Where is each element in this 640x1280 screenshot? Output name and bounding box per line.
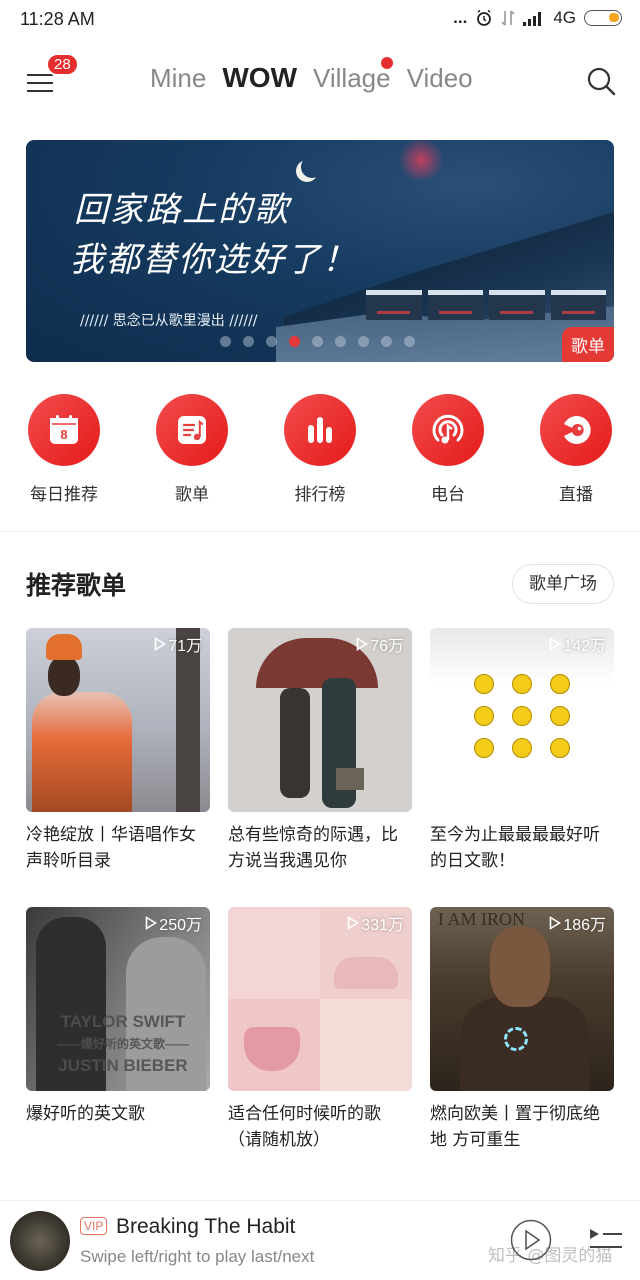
playlist-square-button[interactable]: 歌单广场: [512, 564, 614, 604]
carousel-dot[interactable]: [381, 336, 392, 347]
banner-title-line2: 我都替你选好了！: [70, 240, 358, 280]
carousel-indicator: [220, 336, 415, 347]
status-icons: ... 4G: [453, 8, 622, 28]
status-bar: 11:28 AM ... 4G: [0, 0, 640, 40]
playlist-card[interactable]: 331万 适合任何时候听的歌（请随机放）: [228, 907, 412, 1186]
playlist-title: 适合任何时候听的歌（请随机放）: [228, 1104, 381, 1150]
carousel-dot[interactable]: [312, 336, 323, 347]
quick-nav: 8 每日推荐 歌单 排行榜 电台 直播: [0, 394, 640, 505]
live-icon: [564, 416, 591, 444]
quick-nav-playlist[interactable]: 歌单: [128, 394, 256, 505]
playlist-card[interactable]: TAYLOR SWIFT ——爆好听的英文歌—— JUSTIN BIEBER 250…: [26, 907, 210, 1186]
firework-decoration: [396, 140, 446, 180]
calendar-icon: 8: [50, 415, 78, 444]
search-icon[interactable]: [586, 66, 616, 96]
playlist-cover: 76万: [228, 628, 412, 812]
now-playing-title: Breaking The Habit: [116, 1215, 296, 1238]
banner-title-line1: 回家路上的歌: [74, 190, 290, 230]
quick-nav-label: 歌单: [175, 485, 209, 505]
vip-badge: VIP: [80, 1217, 108, 1235]
play-icon: [347, 916, 360, 930]
quick-nav-label: 每日推荐: [30, 485, 98, 505]
carousel-dot[interactable]: [404, 336, 415, 347]
data-transfer-icon: [501, 10, 515, 26]
banner-carousel[interactable]: 回家路上的歌 我都替你选好了！ ////// 思念已从歌里漫出 ////// 歌…: [26, 140, 614, 362]
section-title: 推荐歌单: [26, 571, 127, 600]
playlist-card[interactable]: 71万 冷艳绽放丨华语唱作女声聆听目录: [26, 628, 210, 907]
play-count: 142万: [549, 632, 606, 656]
now-playing-cover[interactable]: [10, 1211, 70, 1271]
quick-nav-daily[interactable]: 8 每日推荐: [0, 394, 128, 505]
alarm-icon: [477, 9, 492, 26]
tab-wow[interactable]: WOW: [222, 62, 297, 94]
banner-village: [366, 290, 606, 320]
playlist-grid: 71万 冷艳绽放丨华语唱作女声聆听目录 76万 总有些惊奇的际遇，比方说当我遇见…: [26, 628, 614, 1186]
battery-icon: [584, 10, 622, 26]
moon-decoration: [301, 156, 323, 178]
banner-subtitle: ////// 思念已从歌里漫出 //////: [80, 313, 258, 329]
svg-text:8: 8: [60, 427, 67, 442]
carousel-dot[interactable]: [335, 336, 346, 347]
menu-badge: 28: [46, 53, 79, 76]
playlist-cover: I AM IRON 186万: [430, 907, 614, 1091]
play-button[interactable]: [510, 1219, 552, 1261]
signal-icon: [523, 12, 542, 26]
quick-nav-live[interactable]: 直播: [512, 394, 640, 505]
playlist-icon: [178, 416, 206, 444]
now-playing-hint: Swipe left/right to play last/next: [80, 1247, 315, 1266]
play-count: 331万: [347, 911, 404, 935]
carousel-dot-active[interactable]: [289, 336, 300, 347]
playlist-cover: 331万: [228, 907, 412, 1091]
playlist-queue-icon[interactable]: [588, 1225, 624, 1255]
playlist-card[interactable]: I AM IRON 186万 燃向欧美丨置于彻底绝地 方可重生: [430, 907, 614, 1186]
play-count: 250万: [145, 911, 202, 935]
carousel-dot[interactable]: [358, 336, 369, 347]
mini-player[interactable]: VIP Breaking The Habit Swipe left/right …: [0, 1200, 640, 1280]
status-time: 11:28 AM: [20, 9, 95, 29]
playlist-card[interactable]: 142万 至今为止最最最最好听的日文歌！: [430, 628, 614, 907]
playlist-title: 总有些惊奇的际遇，比方说当我遇见你: [228, 825, 398, 871]
tab-mine[interactable]: Mine: [150, 63, 206, 94]
banner-tag: 歌单: [562, 327, 614, 362]
more-notifications-icon: ...: [453, 8, 468, 27]
play-icon: [154, 637, 167, 651]
top-nav: 28 Mine WOW Village Video: [0, 50, 640, 114]
quick-nav-label: 排行榜: [294, 485, 346, 505]
carousel-dot[interactable]: [220, 336, 231, 347]
emoji-grid: [474, 674, 572, 758]
section-divider: [0, 531, 640, 532]
radio-icon: [432, 414, 464, 444]
new-dot-indicator: [380, 57, 393, 69]
playlist-cover: TAYLOR SWIFT ——爆好听的英文歌—— JUSTIN BIEBER 250…: [26, 907, 210, 1091]
quick-nav-radio[interactable]: 电台: [384, 394, 512, 505]
play-count: 76万: [356, 632, 404, 656]
playlist-cover: 71万: [26, 628, 210, 812]
playlist-title: 爆好听的英文歌: [26, 1104, 145, 1124]
playlist-title: 至今为止最最最最好听的日文歌！: [430, 825, 600, 871]
quick-nav-label: 电台: [431, 485, 465, 505]
play-icon: [356, 637, 369, 651]
playlist-title: 冷艳绽放丨华语唱作女声聆听目录: [26, 825, 196, 871]
quick-nav-charts[interactable]: 排行榜: [256, 394, 384, 505]
play-icon: [145, 916, 158, 930]
tab-village-label: Village: [313, 63, 391, 93]
quick-nav-label: 直播: [559, 485, 593, 505]
play-icon: [549, 916, 562, 930]
playlist-title: 燃向欧美丨置于彻底绝地 方可重生: [430, 1104, 600, 1150]
tab-village[interactable]: Village: [313, 57, 393, 94]
top-tabs: Mine WOW Village Video: [150, 57, 473, 94]
cover-text: TAYLOR SWIFT ——爆好听的英文歌—— JUSTIN BIEBER: [56, 1012, 189, 1075]
chart-bars-icon: [308, 417, 332, 443]
carousel-dot[interactable]: [266, 336, 277, 347]
play-count: 71万: [154, 632, 202, 656]
playlist-cover: 142万: [430, 628, 614, 812]
play-count: 186万: [549, 911, 606, 935]
tab-video[interactable]: Video: [407, 63, 473, 94]
playlist-card[interactable]: 76万 总有些惊奇的际遇，比方说当我遇见你: [228, 628, 412, 907]
carousel-dot[interactable]: [243, 336, 254, 347]
network-type: 4G: [553, 8, 576, 27]
play-icon: [549, 637, 562, 651]
cover-text: I AM IRON: [438, 909, 526, 929]
